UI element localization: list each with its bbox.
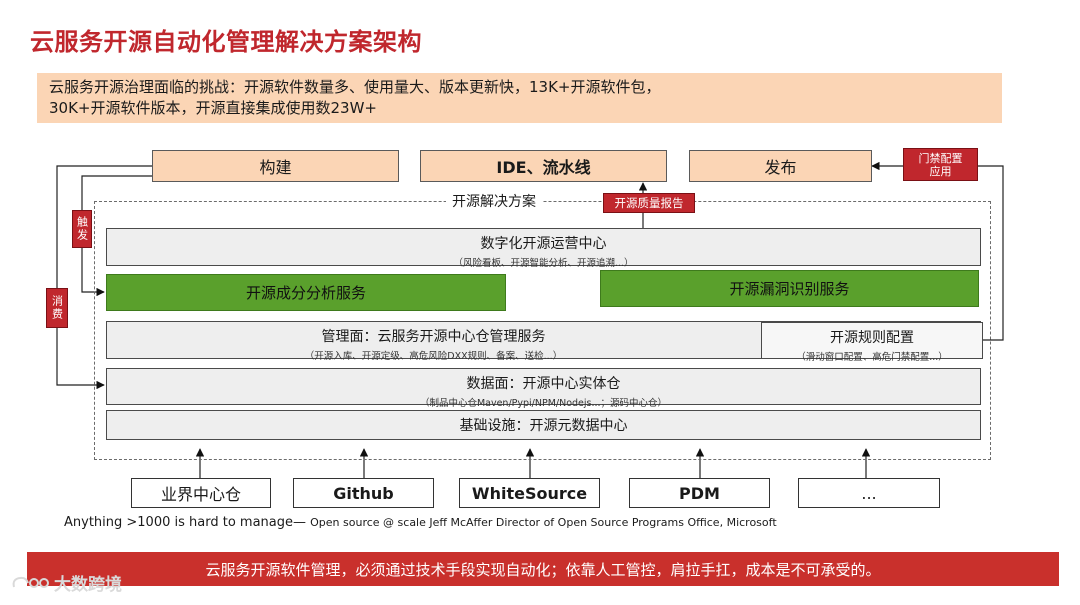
data-plane-subtitle: （制品中心仓Maven/Pypi/NPM/Nodejs...；源码中心仓） <box>419 398 668 409</box>
rules-config-subtitle: （滑动窗口配置、高危门禁配置...） <box>796 352 948 363</box>
infrastructure-title: 基础设施：开源元数据中心 <box>459 418 628 434</box>
ops-center-layer: 数字化开源运营中心 （风险看板、开源智能分析、开源追溯...） <box>106 228 981 269</box>
source-more: ... <box>798 478 940 508</box>
trigger-label: 触发 <box>75 216 89 242</box>
ops-center-subtitle: （风险看板、开源智能分析、开源追溯...） <box>453 258 634 269</box>
source-pdm: PDM <box>629 478 770 508</box>
release-box: 发布 <box>689 150 872 182</box>
management-plane-subtitle: （开源入库、开源定级、高危风险DXX规则、备案、送检...） <box>304 351 563 362</box>
consume-label: 消费 <box>50 295 64 321</box>
watermark-text: 大数跨境 <box>54 575 122 595</box>
build-box: 构建 <box>152 150 399 182</box>
quote-line: Anything >1000 is hard to manage— Open s… <box>64 515 777 530</box>
data-plane-title: 数据面：开源中心实体仓 <box>466 376 621 392</box>
source-industry-repo: 业界中心仓 <box>131 478 271 508</box>
solution-label: 开源解决方案 <box>446 191 542 211</box>
footer-banner: 云服务开源软件管理，必须通过技术手段实现自动化；依靠人工管控，肩拉手扛，成本是不… <box>27 552 1059 586</box>
infrastructure-layer: 基础设施：开源元数据中心 <box>106 410 981 440</box>
watermark: 大数跨境 <box>10 570 122 595</box>
gate-config-badge: 门禁配置应用 <box>903 148 978 181</box>
rules-config-box: 开源规则配置 （滑动窗口配置、高危门禁配置...） <box>761 322 983 363</box>
data-plane-layer: 数据面：开源中心实体仓 （制品中心仓Maven/Pypi/NPM/Nodejs.… <box>106 368 981 409</box>
trigger-badge: 触发 <box>72 210 92 248</box>
consume-badge: 消费 <box>46 288 68 328</box>
quote-attribution: Open source @ scale Jeff McAffer Directo… <box>310 516 777 529</box>
composition-analysis-service: 开源成分分析服务 <box>106 274 506 311</box>
vulnerability-detection-service: 开源漏洞识别服务 <box>600 270 979 307</box>
ide-pipeline-box: IDE、流水线 <box>420 150 667 182</box>
watermark-logo-icon <box>12 576 49 588</box>
ops-center-title: 数字化开源运营中心 <box>480 236 607 252</box>
source-github: Github <box>293 478 434 508</box>
quality-report-badge: 开源质量报告 <box>603 193 695 213</box>
source-whitesource: WhiteSource <box>459 478 600 508</box>
management-plane-title: 管理面：云服务开源中心仓管理服务 <box>321 329 546 345</box>
quote-main: Anything >1000 is hard to manage— <box>64 515 311 530</box>
rules-config-title: 开源规则配置 <box>830 330 914 346</box>
